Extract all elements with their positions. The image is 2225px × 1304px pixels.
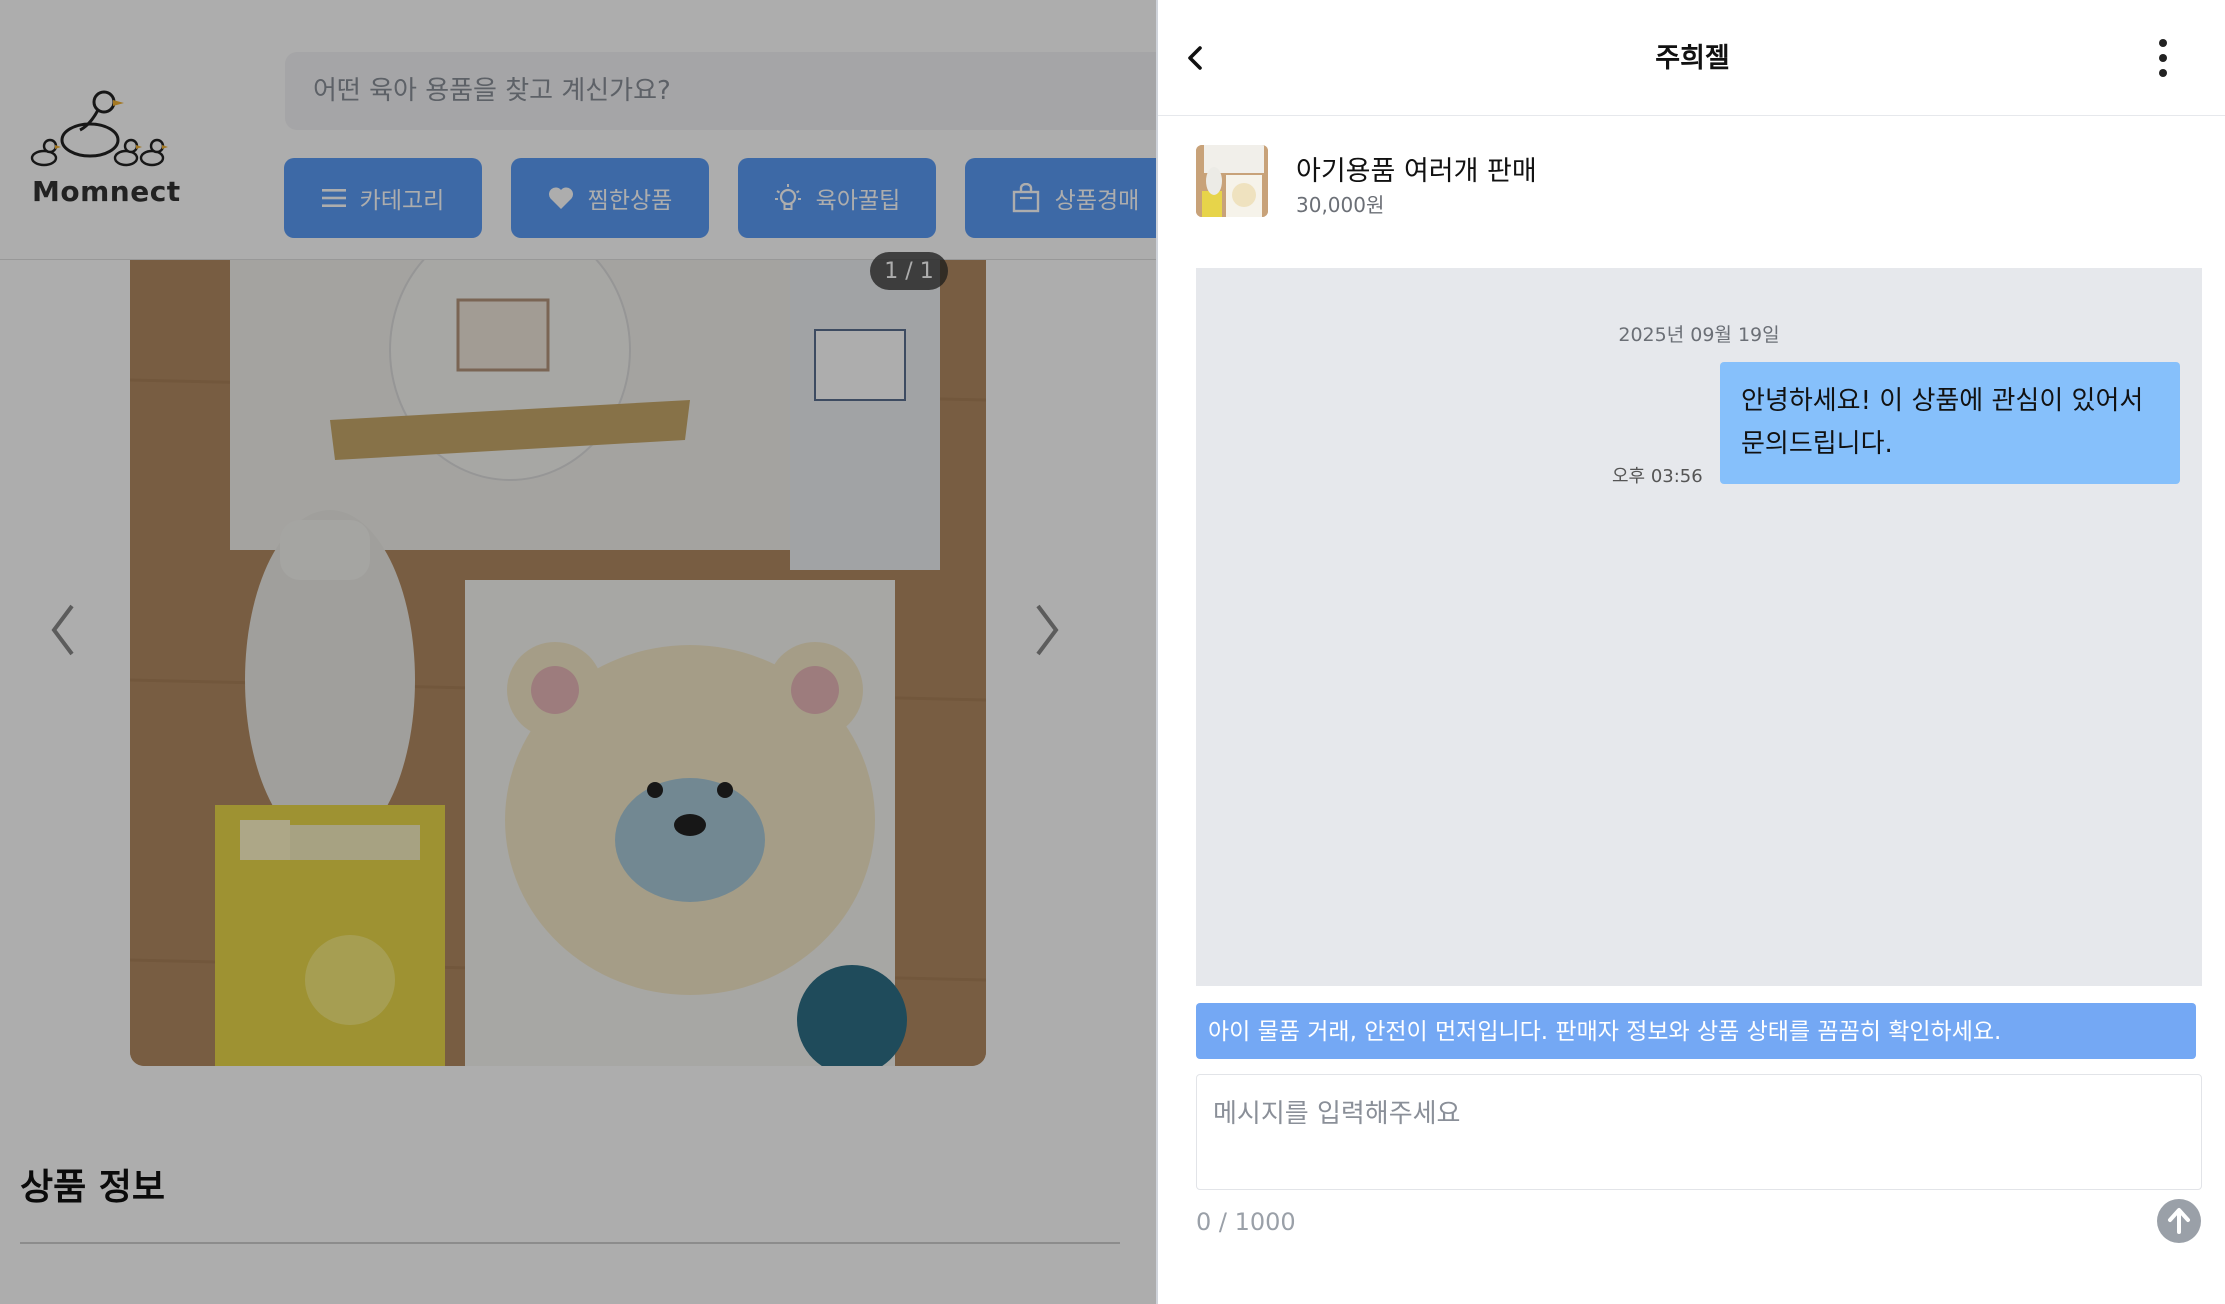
product-thumbnail-image — [1196, 145, 1268, 217]
chat-partner-name: 주희젤 — [1655, 43, 1730, 74]
message-timestamp: 오후 03:56 — [1612, 466, 1703, 487]
product-name: 아기용품 여러개 판매 — [1296, 156, 1537, 187]
character-counter: 0 / 1000 — [1196, 1208, 1296, 1236]
chat-product-card[interactable]: 아기용품 여러개 판매 30,000원 — [1196, 145, 2196, 225]
product-thumbnail — [1196, 145, 1268, 217]
background-page: Momnect 어떤 육아 용품을 찾고 계신가요? 카테고리 찜한상품 육아꿀… — [0, 0, 1156, 1304]
modal-overlay[interactable] — [0, 0, 1156, 1304]
chat-panel: 주희젤 아기용품 여러개 판매 30,000원 2025년 09월 19일 오후… — [1156, 0, 2225, 1304]
safety-notice: 아이 물품 거래, 안전이 먼저입니다. 판매자 정보와 상품 상태를 꼼꼼히 … — [1196, 1003, 2196, 1059]
message-input[interactable]: 메시지를 입력해주세요 — [1196, 1074, 2202, 1190]
send-arrow-icon[interactable] — [2156, 1198, 2202, 1244]
message-input-placeholder: 메시지를 입력해주세요 — [1213, 1099, 1461, 1129]
product-price: 30,000원 — [1296, 193, 1385, 217]
message-list[interactable]: 2025년 09월 19일 오후 03:56 안녕하세요! 이 상품에 관심이 … — [1196, 268, 2202, 986]
more-options-icon[interactable] — [2148, 36, 2178, 80]
message-bubble-sent: 안녕하세요! 이 상품에 관심이 있어서 문의드립니다. — [1720, 362, 2180, 484]
chat-header: 주희젤 — [1158, 0, 2225, 116]
date-divider: 2025년 09월 19일 — [1618, 324, 1780, 346]
